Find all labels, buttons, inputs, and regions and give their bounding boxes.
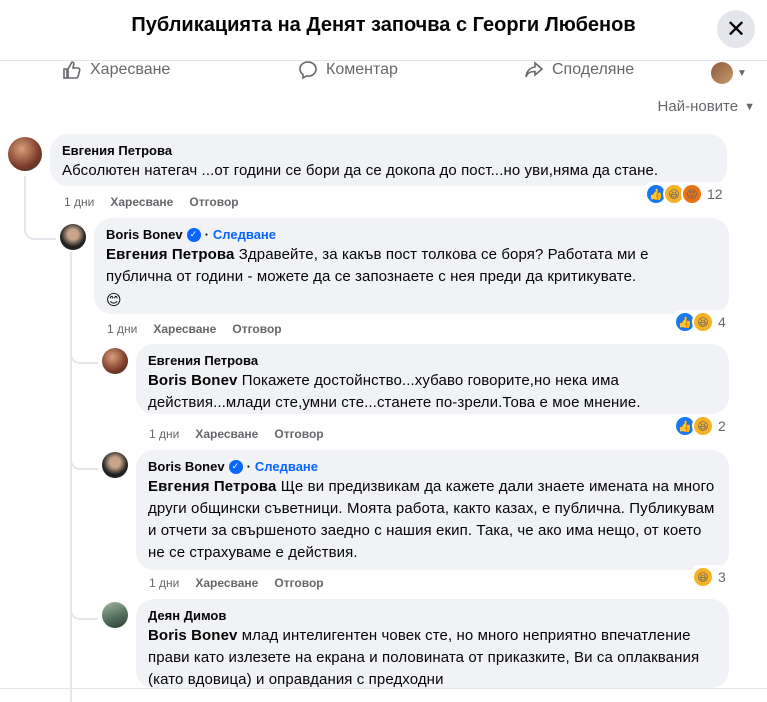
reply-button[interactable]: Отговор (274, 427, 323, 441)
dialog-title: Публикацията на Денят започва с Георги Л… (131, 14, 636, 36)
comment-meta: 1 дни Харесване Отговор (149, 427, 324, 441)
comment-icon (299, 61, 317, 80)
comment-author-row: Boris Bonev ✓ · Следване (106, 227, 277, 242)
like-button[interactable]: Харесване (195, 576, 258, 590)
like-button[interactable]: Харесване (110, 195, 173, 209)
haha-reaction-icon: 😆 (692, 311, 714, 333)
comment-body: Boris Bonev млад интелигентен човек сте,… (148, 625, 717, 688)
comment-author[interactable]: Деян Димов (148, 608, 717, 623)
reaction-summary[interactable]: 👍 😆 2 (672, 414, 728, 438)
reaction-count: 3 (718, 569, 726, 585)
share-action[interactable]: Споделяне (524, 60, 634, 80)
comment-composer-divider (0, 688, 767, 689)
post-actions: Харесване Коментар Споделяне ▼ (0, 60, 767, 84)
like-button[interactable]: Харесване (153, 322, 216, 336)
comment-meta: 1 дни Харесване Отговор (64, 195, 239, 209)
avatar[interactable] (8, 137, 42, 171)
avatar[interactable] (60, 224, 86, 250)
reaction-summary[interactable]: 👍 😆 😡 12 (643, 182, 725, 206)
follow-button[interactable]: Следване (213, 227, 276, 242)
comment-time[interactable]: 1 дни (107, 322, 137, 336)
close-button[interactable]: ✕ (717, 10, 755, 48)
haha-reaction-icon: 😆 (692, 566, 714, 588)
like-action[interactable]: Харесване (62, 60, 170, 80)
thread-line (70, 252, 72, 702)
comment-meta: 1 дни Харесване Отговор (107, 322, 282, 336)
verified-badge-icon: ✓ (228, 459, 243, 474)
like-action-label: Харесване (90, 61, 171, 78)
share-action-label: Споделяне (552, 61, 635, 78)
profile-avatar (711, 62, 733, 84)
reaction-profile-selector[interactable]: ▼ (711, 62, 747, 84)
thread-connector (24, 210, 56, 240)
angry-reaction-icon: 😡 (681, 183, 703, 205)
comment-author-row: Boris Bonev ✓ · Следване (148, 459, 319, 474)
mention-link[interactable]: Boris Bonev (148, 372, 237, 389)
comment-time[interactable]: 1 дни (149, 427, 179, 441)
follow-button[interactable]: Следване (255, 459, 318, 474)
verified-badge-icon: ✓ (186, 227, 201, 242)
share-icon (525, 61, 544, 78)
comment-body: Boris Bonev Покажете достойнство...хубав… (148, 370, 717, 414)
avatar[interactable] (102, 452, 128, 478)
comment-author[interactable]: Boris Bonev (106, 227, 183, 242)
mention-link[interactable]: Евгения Петрова (106, 246, 234, 263)
comment-body: Евгения Петрова Здравейте, за какъв пост… (106, 244, 717, 288)
comment-author[interactable]: Евгения Петрова (62, 143, 715, 158)
haha-reaction-icon: 😆 (692, 415, 714, 437)
comment-action[interactable]: Коментар (298, 60, 398, 80)
comment-author[interactable]: Евгения Петрова (148, 353, 717, 368)
like-button[interactable]: Харесване (195, 427, 258, 441)
comment-author[interactable]: Boris Bonev (148, 459, 225, 474)
thread-connector (70, 446, 98, 470)
avatar[interactable] (102, 348, 128, 374)
comment-bubble: Евгения Петрова Boris Bonev Покажете дос… (136, 344, 729, 414)
reaction-count: 12 (707, 186, 723, 202)
reaction-count: 2 (718, 418, 726, 434)
reply-button[interactable]: Отговор (232, 322, 281, 336)
comment-bubble: Деян Димов Boris Bonev млад интелигентен… (136, 599, 729, 688)
thread-connector (70, 340, 98, 364)
avatar[interactable] (102, 602, 128, 628)
thumbs-up-icon (63, 61, 81, 79)
comment-bubble: Boris Bonev ✓ · Следване Евгения Петрова… (94, 218, 729, 314)
sort-label: Най-новите (657, 98, 739, 115)
dialog-header: Публикацията на Денят започва с Георги Л… (0, 0, 767, 61)
reaction-summary[interactable]: 😆 3 (690, 565, 728, 589)
comment-body: Евгения Петрова Ще ви предизвикам да каж… (148, 476, 717, 564)
chevron-down-icon: ▼ (737, 67, 747, 79)
comment-time[interactable]: 1 дни (64, 195, 94, 209)
reaction-count: 4 (718, 314, 726, 330)
comment-meta: 1 дни Харесване Отговор (149, 576, 324, 590)
mention-link[interactable]: Евгения Петрова (148, 478, 276, 495)
reply-button[interactable]: Отговор (274, 576, 323, 590)
comment-action-label: Коментар (326, 61, 398, 78)
reply-button[interactable]: Отговор (189, 195, 238, 209)
comment-time[interactable]: 1 дни (149, 576, 179, 590)
close-icon: ✕ (725, 15, 747, 43)
comment-sort-dropdown[interactable]: Най-новите ▼ (658, 98, 755, 115)
comment-emoji: 😊 (106, 292, 122, 309)
comment-bubble: Boris Bonev ✓ · Следване Евгения Петрова… (136, 450, 729, 570)
comment-bubble: Евгения Петрова Абсолютен натегач ...от … (50, 134, 727, 186)
thread-connector (70, 596, 98, 620)
reaction-summary[interactable]: 👍 😆 4 (672, 310, 728, 334)
comment-text: Абсолютен натегач ...от години се бори д… (62, 162, 659, 179)
mention-link[interactable]: Boris Bonev (148, 627, 237, 644)
chevron-down-icon: ▼ (744, 100, 755, 113)
